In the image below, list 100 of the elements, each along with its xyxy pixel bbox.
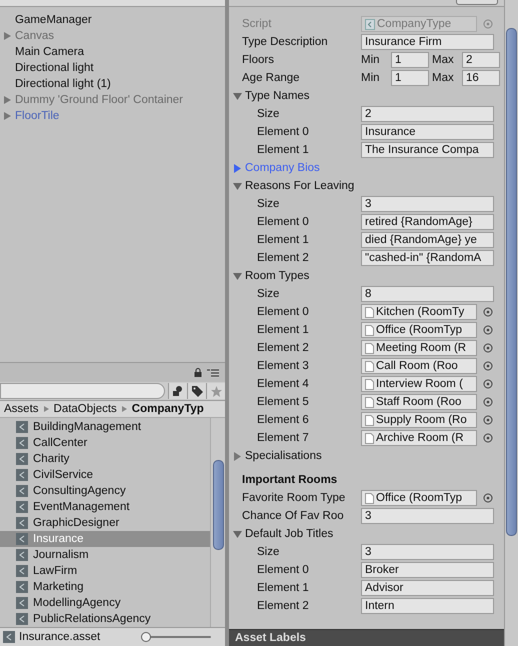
field-label: Element 0 — [256, 216, 310, 228]
asset-item[interactable]: CivilService — [0, 467, 210, 483]
hierarchy-item[interactable]: GameManager — [15, 14, 92, 26]
expanded-arrow-icon[interactable] — [233, 272, 242, 280]
field-label: Element 7 — [256, 432, 310, 444]
slider-thumb[interactable] — [141, 632, 151, 642]
object-field[interactable]: Staff Room (Roo — [361, 394, 477, 410]
scrollbar[interactable] — [504, 0, 518, 646]
text-field[interactable]: retired {RandomAge} — [361, 214, 494, 230]
document-icon — [365, 396, 374, 408]
hierarchy-item[interactable]: Directional light — [15, 62, 94, 74]
hierarchy-item[interactable]: Main Camera — [15, 46, 84, 58]
max-field[interactable]: 16 — [462, 70, 500, 86]
object-field[interactable]: Office (RoomTyp — [361, 490, 477, 506]
max-label: Max — [432, 54, 455, 66]
separator-arrow-icon — [44, 406, 49, 412]
text-field[interactable]: Insurance — [361, 124, 494, 140]
search-field[interactable] — [0, 383, 165, 399]
object-field[interactable]: Supply Room (Ro — [361, 412, 477, 428]
foldout-label[interactable]: Room Types — [245, 270, 310, 282]
menu-icon[interactable] — [207, 368, 219, 376]
field-label: Element 4 — [256, 378, 310, 390]
foldout-label[interactable]: Default Job Titles — [245, 528, 334, 540]
selected-asset-name: Insurance.asset — [19, 631, 102, 643]
zoom-slider[interactable] — [141, 632, 211, 642]
field-label: Favorite Room Type — [241, 492, 346, 504]
open-button[interactable] — [456, 0, 498, 5]
text-field[interactable]: The Insurance Compa — [361, 142, 494, 158]
collapsed-arrow-icon[interactable] — [233, 452, 242, 460]
text-field[interactable]: 3 — [361, 544, 494, 560]
field-label: Element 2 — [256, 342, 310, 354]
field-label: Size — [256, 108, 280, 120]
text-field[interactable]: 3 — [361, 196, 494, 212]
script-field: CompanyType — [361, 16, 477, 32]
document-icon — [365, 432, 374, 444]
object-field[interactable]: Office (RoomTyp — [361, 322, 477, 338]
breadcrumb-item[interactable]: DataObjects — [54, 403, 117, 415]
separator-arrow-icon — [122, 406, 127, 412]
script-asset-icon — [16, 485, 28, 497]
field-label: Age Range — [241, 72, 301, 84]
expanded-arrow-icon[interactable] — [233, 530, 242, 538]
asset-item[interactable]: Marketing — [0, 579, 210, 595]
text-field[interactable]: 2 — [361, 106, 494, 122]
text-field[interactable]: Broker — [361, 562, 494, 578]
asset-item[interactable]: BuildingManagement — [0, 419, 210, 435]
field-label: Size — [256, 546, 280, 558]
foldout-label[interactable]: Specialisations — [245, 450, 322, 462]
lock-icon[interactable] — [194, 368, 202, 377]
field-label: Element 2 — [256, 600, 310, 612]
object-field[interactable]: Archive Room (R — [361, 430, 477, 446]
document-icon — [365, 492, 374, 504]
max-field[interactable]: 2 — [462, 52, 500, 68]
min-field[interactable]: 1 — [391, 52, 429, 68]
field-label: Floors — [241, 54, 275, 66]
object-field[interactable]: Meeting Room (R — [361, 340, 477, 356]
object-field[interactable]: Call Room (Roo — [361, 358, 477, 374]
script-asset-icon — [16, 421, 28, 433]
field-label: Element 0 — [256, 564, 310, 576]
foldout-label[interactable]: Type Names — [245, 90, 310, 102]
expand-arrow-icon[interactable] — [4, 32, 12, 40]
max-label: Max — [432, 72, 455, 84]
text-field[interactable]: Intern — [361, 598, 494, 614]
asset-item[interactable]: Charity — [0, 451, 210, 467]
asset-item[interactable]: ModellingAgency — [0, 595, 210, 611]
asset-item[interactable]: LawFirm — [0, 563, 210, 579]
asset-item[interactable]: ConsultingAgency — [0, 483, 210, 499]
hierarchy-item[interactable]: Directional light (1) — [15, 78, 111, 90]
foldout-label[interactable]: Reasons For Leaving — [245, 180, 354, 192]
script-asset-icon — [16, 581, 28, 593]
filter-label-button[interactable] — [187, 383, 206, 399]
scrollbar[interactable] — [210, 418, 225, 627]
text-field[interactable]: 3 — [361, 508, 494, 524]
object-field[interactable]: Interview Room ( — [361, 376, 477, 392]
expanded-arrow-icon[interactable] — [233, 92, 242, 100]
text-field[interactable]: Insurance Firm — [361, 34, 494, 50]
asset-labels-bar[interactable]: Asset Labels — [229, 629, 504, 646]
script-asset-icon — [3, 631, 15, 643]
text-field[interactable]: died {RandomAge} ye — [361, 232, 494, 248]
asset-item[interactable]: GraphicDesigner — [0, 515, 210, 531]
breadcrumb-item[interactable]: CompanyTyp — [132, 403, 204, 415]
asset-item[interactable]: PublicRelationsAgency — [0, 611, 210, 627]
collapsed-arrow-icon[interactable] — [233, 164, 242, 172]
expand-arrow-icon[interactable] — [4, 96, 12, 104]
text-field[interactable]: 8 — [361, 286, 494, 302]
object-field[interactable]: Kitchen (RoomTy — [361, 304, 477, 320]
script-asset-icon — [16, 533, 28, 545]
min-field[interactable]: 1 — [391, 70, 429, 86]
filter-type-button[interactable] — [168, 383, 187, 399]
text-field[interactable]: "cashed-in" {RandomA — [361, 250, 494, 266]
expanded-arrow-icon[interactable] — [233, 182, 242, 190]
asset-item[interactable]: CallCenter — [0, 435, 210, 451]
tag-icon — [192, 386, 202, 396]
expand-arrow-icon[interactable] — [4, 112, 12, 120]
object-picker-icon[interactable] — [483, 493, 493, 503]
script-asset-icon — [16, 501, 28, 513]
asset-item[interactable]: EventManagement — [0, 499, 210, 515]
field-label: Element 1 — [256, 144, 310, 156]
text-field[interactable]: Advisor — [361, 580, 494, 596]
asset-item[interactable]: Journalism — [0, 547, 210, 563]
breadcrumb-item[interactable]: Assets — [4, 403, 39, 415]
